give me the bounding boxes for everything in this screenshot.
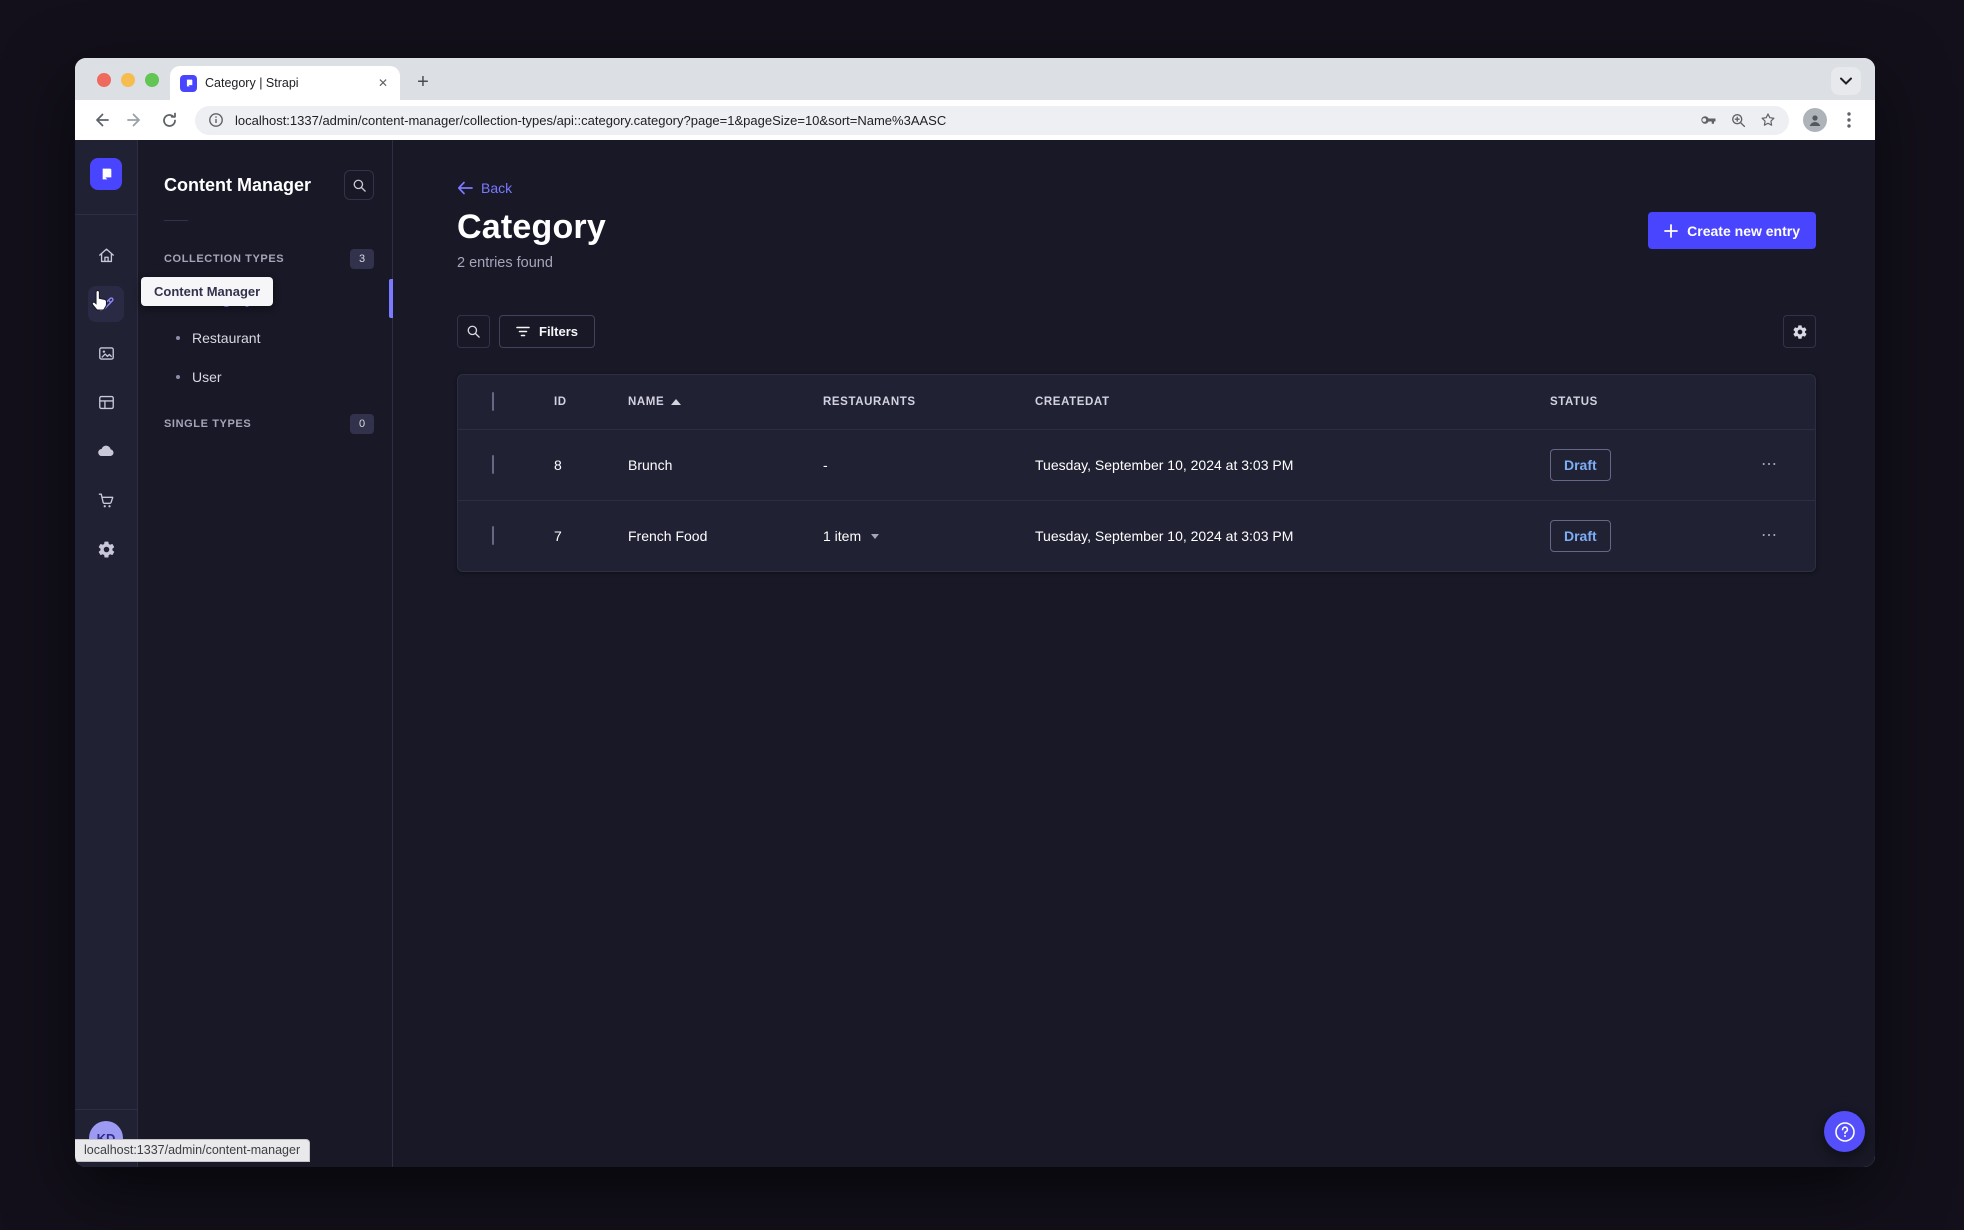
- cell-name: French Food: [628, 528, 708, 544]
- collection-types-label: COLLECTION TYPES: [164, 253, 285, 265]
- gear-icon: [1792, 324, 1806, 339]
- cell-restaurants: -: [823, 457, 828, 473]
- sidebar-item-label: User: [192, 368, 222, 385]
- password-key-icon[interactable]: [1697, 109, 1719, 131]
- mouse-cursor-pointer: [87, 288, 111, 314]
- column-header-restaurants[interactable]: RESTAURANTS: [823, 396, 1035, 408]
- cell-name: Brunch: [628, 457, 673, 473]
- profile-avatar[interactable]: [1801, 106, 1829, 134]
- column-header-status[interactable]: STATUS: [1550, 396, 1740, 408]
- table-settings-button[interactable]: [1783, 315, 1816, 348]
- browser-window: Category | Strapi ✕ + localhost:1337/adm…: [75, 58, 1875, 1167]
- content-type-builder-icon[interactable]: [88, 384, 124, 420]
- cell-createdat: Tuesday, September 10, 2024 at 3:03 PM: [1035, 528, 1294, 544]
- column-header-name[interactable]: NAME: [628, 396, 823, 408]
- table-header-row: ID NAME RESTAURANTS CREATEDAT STATUS: [458, 375, 1815, 429]
- tab-title: Category | Strapi: [205, 76, 299, 90]
- rail-bottom-divider: [75, 1109, 137, 1110]
- table-row[interactable]: 8 Brunch - Tuesday, September 10, 2024 a…: [458, 429, 1815, 500]
- cell-createdat: Tuesday, September 10, 2024 at 3:03 PM: [1035, 457, 1294, 473]
- sort-ascending-icon: [671, 399, 682, 405]
- tab-search-chevron-icon[interactable]: [1831, 67, 1861, 95]
- select-all-checkbox[interactable]: [492, 392, 494, 411]
- strapi-app: KD Content Manager COLLECTION TYPES 3 Re…: [75, 140, 1875, 1167]
- tab-close-icon[interactable]: ✕: [376, 76, 390, 90]
- row-actions-menu[interactable]: ⋯: [1755, 522, 1785, 550]
- question-mark-icon: [1834, 1121, 1855, 1142]
- bookmark-star-icon[interactable]: [1757, 109, 1779, 131]
- settings-gear-icon[interactable]: [88, 531, 124, 567]
- subnav-search-button[interactable]: [344, 170, 374, 200]
- filter-icon: [516, 326, 530, 337]
- zoom-icon[interactable]: [1727, 109, 1749, 131]
- maximize-window-button[interactable]: [145, 73, 159, 87]
- single-types-label: SINGLE TYPES: [164, 418, 252, 430]
- row-actions-menu[interactable]: ⋯: [1755, 451, 1785, 479]
- cell-restaurants[interactable]: 1 item: [823, 528, 1035, 544]
- window-controls: [97, 73, 159, 87]
- single-types-count: 0: [350, 414, 374, 434]
- browser-tab[interactable]: Category | Strapi ✕: [170, 66, 400, 100]
- address-bar[interactable]: localhost:1337/admin/content-manager/col…: [195, 105, 1789, 135]
- new-tab-button[interactable]: +: [409, 68, 437, 96]
- minimize-window-button[interactable]: [121, 73, 135, 87]
- rail-divider: [75, 214, 137, 215]
- marketplace-cart-icon[interactable]: [88, 482, 124, 518]
- tab-strip: Category | Strapi ✕ +: [75, 58, 1875, 100]
- chevron-down-icon: [871, 533, 880, 539]
- back-label: Back: [481, 180, 513, 196]
- browser-menu-icon[interactable]: [1835, 106, 1863, 134]
- table-row[interactable]: 7 French Food 1 item Tuesday, September …: [458, 500, 1815, 571]
- status-badge: Draft: [1550, 520, 1611, 552]
- bullet-icon: [176, 335, 180, 340]
- subnav-title: Content Manager: [164, 174, 312, 195]
- status-badge: Draft: [1550, 449, 1611, 481]
- column-header-createdat[interactable]: CREATEDAT: [1035, 396, 1550, 408]
- cell-id: 8: [554, 457, 562, 473]
- entries-count: 2 entries found: [457, 255, 553, 271]
- browser-toolbar: localhost:1337/admin/content-manager/col…: [75, 100, 1875, 140]
- create-new-entry-label: Create new entry: [1687, 222, 1800, 239]
- entries-table: ID NAME RESTAURANTS CREATEDAT STATUS 8 B…: [457, 374, 1816, 572]
- strapi-logo[interactable]: [90, 158, 122, 190]
- close-window-button[interactable]: [97, 73, 111, 87]
- sidebar-item-label: Restaurant: [192, 329, 261, 346]
- filters-button[interactable]: Filters: [499, 315, 596, 348]
- column-header-id[interactable]: ID: [554, 396, 628, 408]
- collection-types-count: 3: [350, 249, 374, 269]
- content-manager-tooltip: Content Manager: [141, 277, 274, 306]
- filters-label: Filters: [539, 324, 579, 339]
- media-library-icon[interactable]: [88, 335, 124, 371]
- table-search-button[interactable]: [457, 315, 490, 348]
- url-text: localhost:1337/admin/content-manager/col…: [235, 112, 947, 128]
- sidebar-item-restaurant[interactable]: Restaurant: [138, 318, 392, 357]
- deploy-cloud-icon[interactable]: [88, 433, 124, 469]
- reload-icon[interactable]: [155, 106, 183, 134]
- main-content: Back Category 2 entries found Create new…: [393, 140, 1875, 1167]
- page-info-icon[interactable]: [205, 109, 227, 131]
- link-status-tooltip: localhost:1337/admin/content-manager: [75, 1139, 311, 1162]
- subnav-divider: [164, 220, 188, 221]
- forward-icon[interactable]: [121, 106, 149, 134]
- back-arrow-icon: [457, 181, 473, 195]
- bullet-icon: [176, 374, 180, 379]
- page-title: Category: [457, 208, 606, 246]
- back-icon[interactable]: [87, 106, 115, 134]
- home-icon[interactable]: [88, 237, 124, 273]
- back-link[interactable]: Back: [457, 180, 512, 196]
- sidebar-item-user[interactable]: User: [138, 357, 392, 396]
- cell-id: 7: [554, 528, 562, 544]
- create-new-entry-button[interactable]: Create new entry: [1648, 212, 1816, 249]
- row-checkbox[interactable]: [492, 455, 494, 474]
- row-checkbox[interactable]: [492, 526, 494, 545]
- help-button[interactable]: [1824, 1111, 1865, 1152]
- plus-icon: [1664, 223, 1679, 238]
- search-icon: [467, 325, 480, 338]
- strapi-favicon: [180, 74, 197, 92]
